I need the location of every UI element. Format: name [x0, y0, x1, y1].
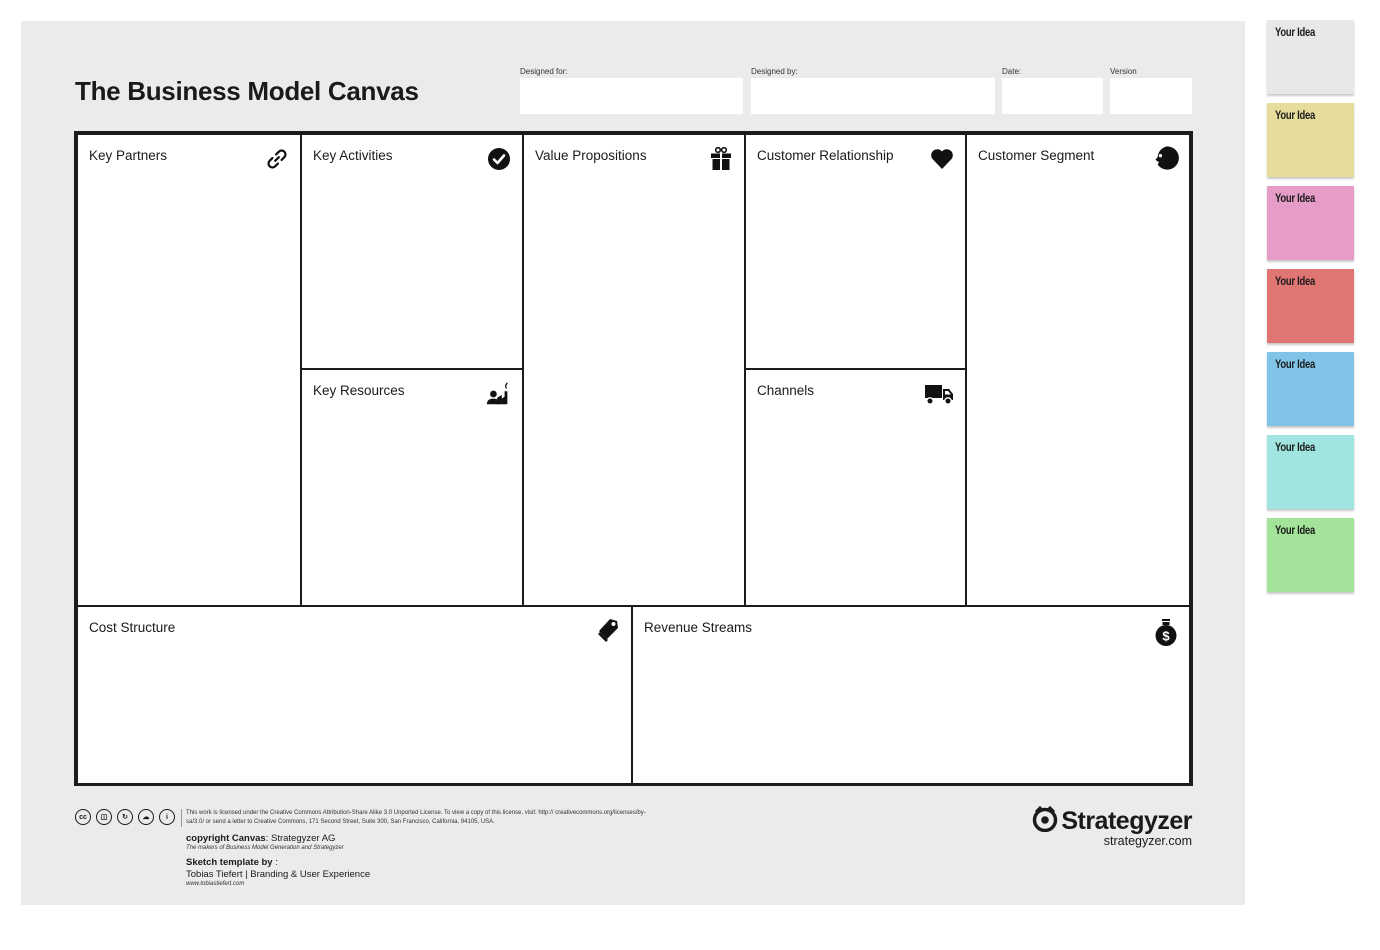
block-label: Revenue Streams: [644, 620, 753, 635]
cc-sa-icon: ↻: [117, 809, 133, 825]
cc-by-icon: i: [159, 809, 175, 825]
author-url: www.tobiastiefert.com: [186, 881, 245, 887]
block-label: Channels: [757, 383, 815, 398]
block-label: Key Partners: [89, 148, 168, 163]
truck-icon: [923, 381, 955, 407]
business-model-canvas: Key Partners Key Activities Key Resource…: [74, 131, 1193, 786]
block-key-resources[interactable]: Key Resources: [302, 370, 524, 607]
block-label: Cost Structure: [89, 620, 176, 635]
block-label: Key Resources: [313, 383, 405, 398]
block-key-partners[interactable]: Key Partners: [78, 135, 302, 607]
copyright-label: copyright Canvas: [186, 833, 266, 844]
price-tags-icon: [595, 618, 621, 644]
sketch-line: Sketch template by :: [186, 857, 278, 868]
page-title: The Business Model Canvas: [75, 76, 419, 106]
makers-text: The makers of Business Model Generation …: [186, 845, 344, 851]
sticky-note[interactable]: Your Idea: [1267, 103, 1354, 177]
block-customer-segment[interactable]: Customer Segment: [967, 135, 1189, 607]
sketch-suffix: :: [272, 857, 278, 868]
sticky-note[interactable]: Your Idea: [1267, 518, 1354, 592]
copyright-line: copyright Canvas: Strategyzer AG: [186, 833, 335, 844]
designed-by-label: Designed by:: [751, 67, 798, 76]
strategyzer-logo: Strategyzer: [1031, 805, 1192, 836]
designed-by-input[interactable]: [751, 78, 995, 114]
version-label: Version: [1110, 67, 1137, 76]
block-customer-relationship[interactable]: Customer Relationship: [746, 135, 967, 370]
block-key-activities[interactable]: Key Activities: [302, 135, 524, 370]
sticky-note-label: Your Idea: [1275, 276, 1316, 288]
brand-name: Strategyzer: [1061, 806, 1192, 835]
version-field: Version: [1110, 66, 1192, 114]
block-label: Value Propositions: [535, 148, 647, 163]
strategyzer-logo-icon: [1031, 805, 1059, 836]
sticky-note-label: Your Idea: [1275, 27, 1316, 39]
sticky-note-label: Your Idea: [1275, 193, 1316, 205]
sticky-note[interactable]: Your Idea: [1267, 435, 1354, 509]
block-cost-structure[interactable]: Cost Structure: [78, 605, 633, 783]
date-field: Date:: [1002, 66, 1103, 114]
sticky-note[interactable]: Your Idea: [1267, 20, 1354, 94]
sticky-note-label: Your Idea: [1275, 525, 1316, 537]
date-input[interactable]: [1002, 78, 1103, 114]
cc-icon: cc: [75, 809, 91, 825]
sticky-note-label: Your Idea: [1275, 442, 1316, 454]
gift-icon: [708, 146, 734, 172]
check-circle-icon: [486, 146, 512, 172]
sticky-note[interactable]: Your Idea: [1267, 352, 1354, 426]
block-channels[interactable]: Channels: [746, 370, 967, 607]
block-value-propositions[interactable]: Value Propositions: [524, 135, 746, 607]
worker-factory-icon: [486, 381, 512, 407]
designed-for-label: Designed for:: [520, 67, 568, 76]
author-name: Tobias Tiefert | Branding & User Experie…: [186, 869, 371, 880]
version-input[interactable]: [1110, 78, 1192, 114]
block-label: Customer Relationship: [757, 148, 894, 163]
designed-by-field: Designed by:: [751, 66, 995, 114]
license-text: This work is licensed under the Creative…: [186, 810, 646, 825]
block-label: Customer Segment: [978, 148, 1095, 163]
footer-divider: [181, 809, 182, 827]
designed-for-field: Designed for:: [520, 66, 743, 114]
date-label: Date:: [1002, 67, 1022, 76]
cc-nc-icon: ☁: [138, 809, 154, 825]
sticky-note[interactable]: Your Idea: [1267, 186, 1354, 260]
cc-nd-icon: ◫: [96, 809, 112, 825]
creative-commons-icons: cc ◫ ↻ ☁ i: [75, 809, 175, 825]
money-bag-icon: $: [1153, 619, 1179, 646]
designed-for-input[interactable]: [520, 78, 743, 114]
sticky-note-label: Your Idea: [1275, 359, 1316, 371]
block-label: Key Activities: [313, 148, 393, 163]
face-icon: [1153, 145, 1179, 171]
sketch-label: Sketch template by: [186, 857, 273, 868]
sticky-note-label: Your Idea: [1275, 110, 1316, 122]
block-revenue-streams[interactable]: Revenue Streams $: [633, 605, 1189, 783]
copyright-value: : Strategyzer AG: [265, 833, 336, 844]
heart-icon: [929, 146, 955, 172]
link-icon: [264, 146, 290, 172]
sticky-note[interactable]: Your Idea: [1267, 269, 1354, 343]
brand-url[interactable]: strategyzer.com: [1104, 834, 1192, 848]
svg-text:$: $: [1162, 629, 1170, 644]
